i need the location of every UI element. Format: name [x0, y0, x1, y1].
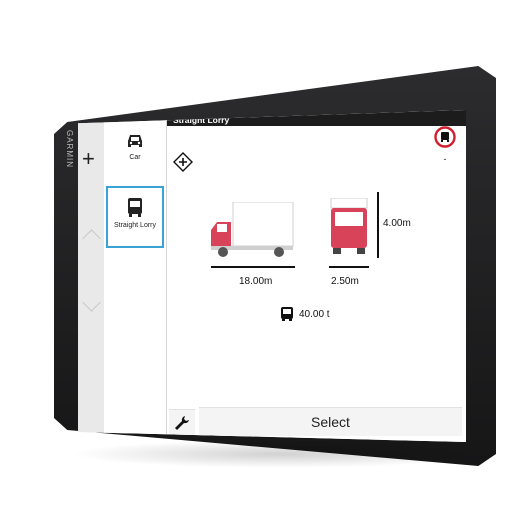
- restriction-value: -: [443, 154, 447, 164]
- vehicle-list: Car Straight Lorry: [104, 110, 167, 442]
- weight-value: 40.00 t: [299, 308, 330, 320]
- restriction-button[interactable]: -: [434, 126, 456, 164]
- plus-icon[interactable]: +: [82, 148, 95, 170]
- lorry-front-view: [330, 198, 368, 254]
- lorry-side-view: [211, 202, 294, 257]
- screen: + Car Straight Lorry Straight Lorry - 18…: [78, 110, 466, 442]
- list-item-straight-lorry[interactable]: Straight Lorry: [106, 186, 164, 248]
- car-icon: [128, 135, 142, 147]
- settings-button[interactable]: [169, 409, 195, 436]
- width-line: [329, 266, 369, 268]
- list-item-car[interactable]: Car: [106, 124, 164, 186]
- height-line: [377, 192, 379, 258]
- lorry-icon: [128, 198, 142, 217]
- device-shadow: [70, 440, 490, 468]
- scroll-down-icon[interactable]: [82, 293, 101, 312]
- length-value: 18.00m: [239, 276, 273, 287]
- height-value: 4.00m: [383, 218, 411, 229]
- vehicle-label: Straight Lorry: [113, 222, 157, 229]
- width-value: 2.50m: [331, 276, 359, 287]
- brand-label: GARMIN: [65, 130, 74, 168]
- wrench-icon: [175, 416, 189, 430]
- vehicle-label: Car: [129, 154, 141, 161]
- left-rail: +: [78, 110, 105, 442]
- weight-readout: 40.00 t: [279, 306, 330, 322]
- select-button[interactable]: Select: [199, 407, 462, 436]
- hazmat-icon[interactable]: [173, 152, 193, 177]
- no-lorry-icon: [434, 126, 456, 148]
- main-panel: Straight Lorry - 18.00m 4.00m 2.50m 40.0…: [167, 110, 466, 442]
- scroll-up-icon[interactable]: [82, 229, 101, 248]
- lorry-weight-icon: [281, 307, 293, 321]
- length-line: [211, 266, 295, 268]
